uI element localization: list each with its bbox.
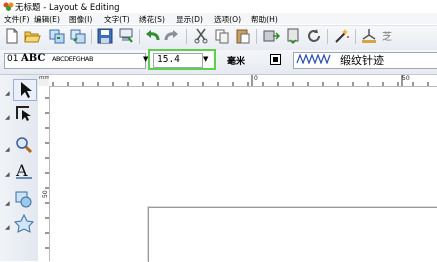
select-tool[interactable] <box>13 79 37 101</box>
paste-icon[interactable] <box>234 27 252 45</box>
menu-help[interactable]: 帮助(H) <box>251 14 278 25</box>
cut-icon[interactable] <box>192 27 210 45</box>
copy-icon[interactable] <box>213 27 231 45</box>
flyout-arrow: ◢ <box>5 90 10 97</box>
satin-stitch-icon <box>296 54 331 64</box>
open-folder-icon[interactable] <box>23 27 41 45</box>
stitch-tool[interactable] <box>13 213 37 235</box>
import-icon[interactable] <box>48 27 66 45</box>
chevron-down-icon[interactable]: ▼ <box>203 55 208 63</box>
svg-text:A: A <box>15 161 28 180</box>
menu-image[interactable]: 图像(I) <box>69 14 92 25</box>
thread-color-swatch <box>273 57 278 62</box>
ruler-label-50: 50 <box>402 75 410 82</box>
menu-text[interactable]: 文字(T) <box>104 14 130 25</box>
menu-display[interactable]: 显示(D) <box>176 14 203 25</box>
flyout-arrow: ◢ <box>5 200 10 207</box>
ruler-label-v50: 50 <box>42 190 49 198</box>
menu-embroidery[interactable]: 绣花(S) <box>139 14 165 25</box>
point-edit-icon <box>16 106 31 121</box>
flyout-arrow: ◢ <box>5 114 10 121</box>
toolbar-separator <box>91 29 92 44</box>
font-preview: ABCDEFGHAB <box>52 55 94 63</box>
point-edit-tool[interactable] <box>13 103 37 125</box>
font-sample: ABC <box>21 53 46 64</box>
toolbar-separator <box>355 29 356 44</box>
text-tool-icon: A <box>15 161 32 180</box>
shape-tool-icon <box>15 191 32 208</box>
vertical-ruler <box>38 86 50 261</box>
magic-wand-icon[interactable] <box>333 27 351 45</box>
write-card-icon[interactable] <box>284 27 302 45</box>
toolbar-separator <box>139 29 140 44</box>
transfer-icon[interactable] <box>262 27 280 45</box>
template-icon[interactable] <box>69 27 87 45</box>
print-icon[interactable] <box>117 27 135 45</box>
size-unit-label: 毫米 <box>227 57 246 67</box>
toolbar-separator <box>327 29 328 44</box>
flyout-arrow: ◢ <box>5 224 10 231</box>
horizontal-ruler <box>49 75 437 87</box>
design-page[interactable] <box>148 207 437 262</box>
font-number: 01 <box>7 54 19 64</box>
size-value: 15.4 <box>157 54 180 65</box>
select-arrow-icon <box>21 82 32 98</box>
app-icon <box>3 2 14 11</box>
svg-text:芝: 芝 <box>382 30 392 43</box>
toolbar-separator <box>256 29 257 44</box>
undo-icon[interactable] <box>143 27 161 45</box>
text-tool[interactable]: A <box>13 160 37 182</box>
menu-file[interactable]: 文件(F) <box>4 14 29 25</box>
flyout-arrow: ◢ <box>5 146 10 153</box>
stitch-tool-icon <box>13 213 35 233</box>
rotate-icon[interactable] <box>305 27 323 45</box>
zoom-icon <box>16 137 33 154</box>
redo-icon[interactable] <box>163 27 181 45</box>
toolbar-separator <box>186 29 187 44</box>
menu-edit[interactable]: 编辑(E) <box>34 14 60 25</box>
new-file-icon[interactable] <box>3 27 21 45</box>
save-icon[interactable] <box>96 27 114 45</box>
design-center-icon[interactable] <box>360 27 378 45</box>
zoom-tool[interactable] <box>13 135 37 157</box>
ruler-label-0: 0 <box>254 75 258 82</box>
window-title: 无标题 - Layout & Editing <box>15 3 120 13</box>
menu-options[interactable]: 选项(O) <box>214 14 241 25</box>
shape-tool[interactable] <box>13 189 37 211</box>
more-icon[interactable]: 芝 <box>381 27 395 45</box>
stitch-type-label: 缎纹针迹 <box>340 54 384 67</box>
flyout-arrow: ◢ <box>5 171 10 178</box>
